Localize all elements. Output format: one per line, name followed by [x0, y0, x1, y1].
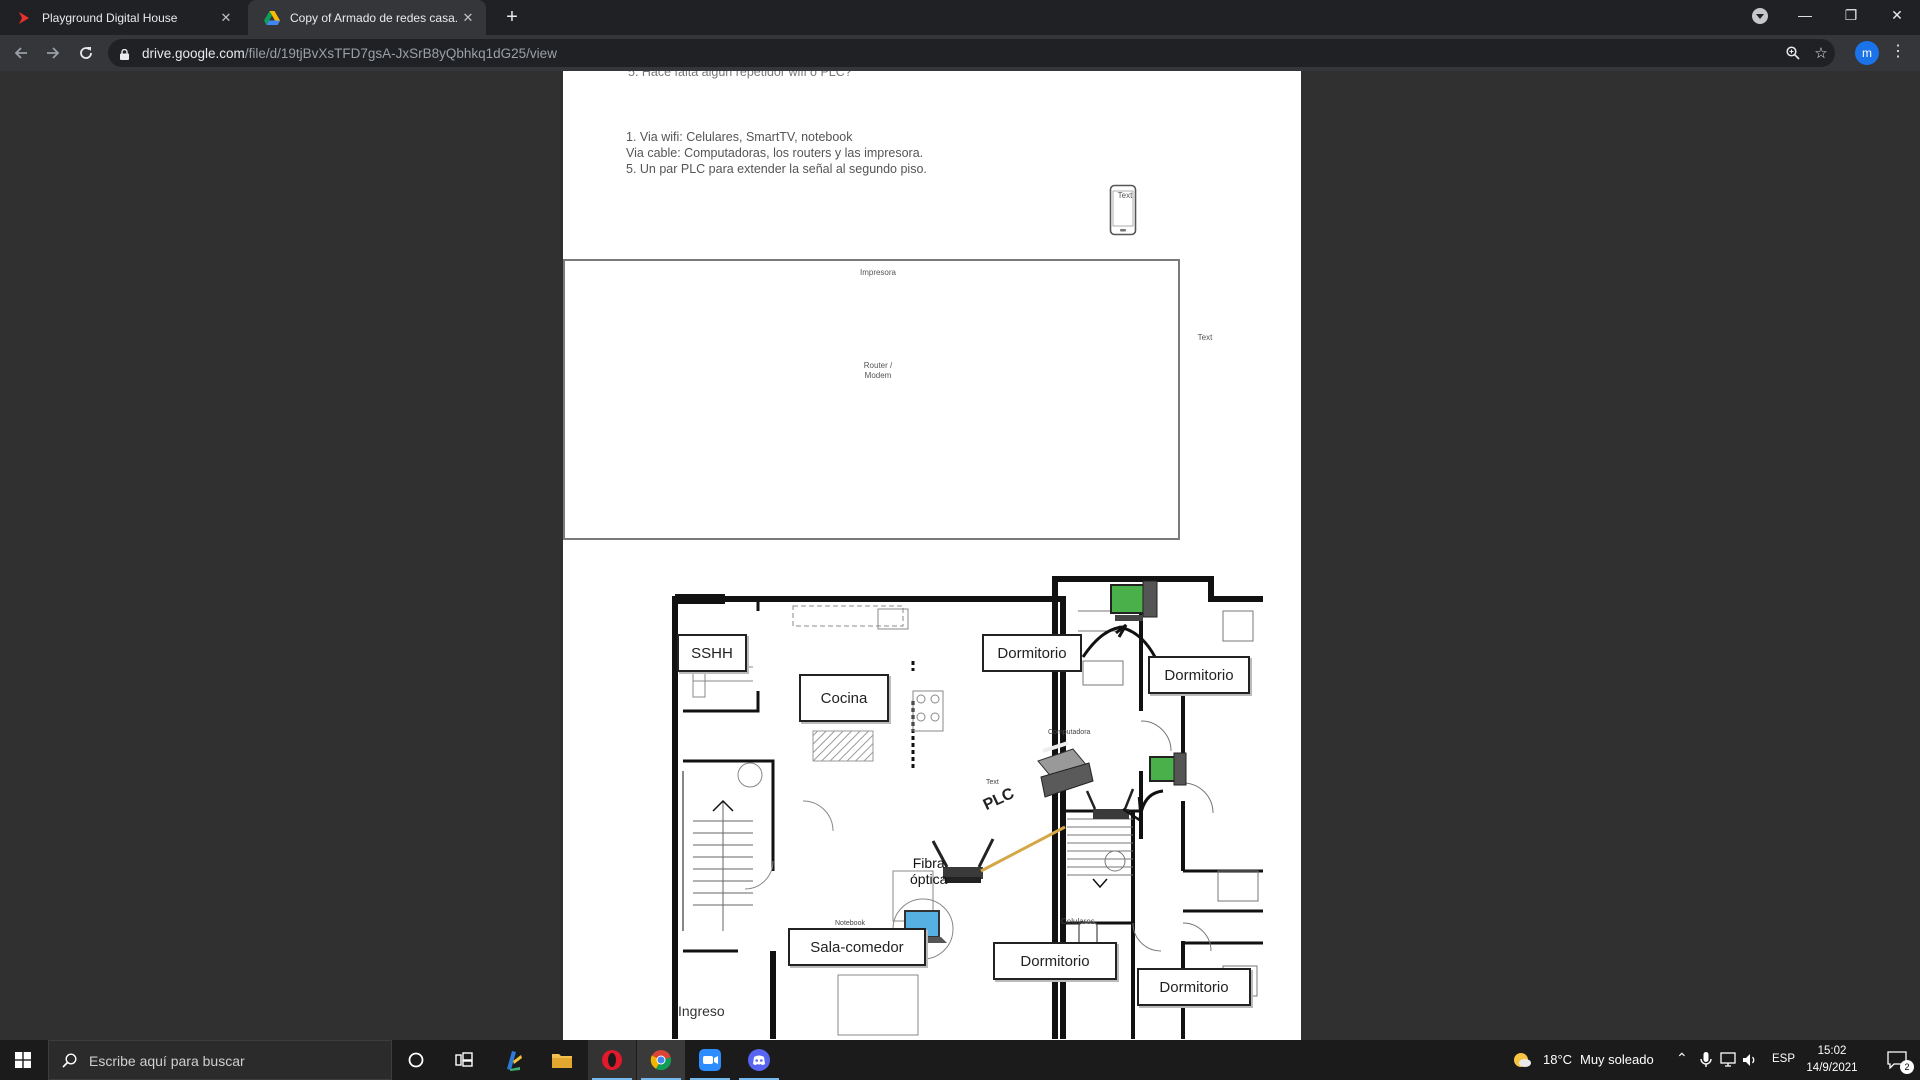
clock-date: 14/9/2021	[1806, 1062, 1858, 1074]
side-text: Text	[1197, 333, 1213, 342]
google-drive-icon	[264, 10, 280, 26]
weather-sun-icon[interactable]	[1512, 1051, 1532, 1069]
room-label-sshh: SSHH	[677, 634, 747, 672]
taskbar-app-sketch[interactable]	[490, 1040, 538, 1080]
drive-file-viewer: 5. Hace falta algún repetidor wifi o PLC…	[0, 71, 1920, 1040]
discord-icon	[748, 1049, 770, 1071]
volume-icon[interactable]	[1742, 1052, 1758, 1068]
network-icon[interactable]	[1720, 1052, 1736, 1068]
windows-taskbar: Escribe aquí para buscar 18°C Muy solead	[0, 1040, 1920, 1080]
input-language[interactable]: ESP	[1772, 1053, 1795, 1065]
browser-menu-icon[interactable]: ⋮	[1888, 42, 1908, 64]
task-view-icon	[455, 1052, 473, 1067]
printer-label: Impresora	[859, 268, 896, 277]
modem-label: Modem	[864, 371, 892, 380]
taskbar-app-discord[interactable]	[735, 1040, 783, 1080]
room-label-ingreso: Ingreso	[678, 1003, 725, 1019]
room-label-sala: Sala-comedor	[788, 928, 926, 966]
reload-button[interactable]	[72, 39, 100, 67]
answer-block: 1. Via wifi: Celulares, SmartTV, noteboo…	[626, 129, 927, 177]
digital-house-logo-icon	[16, 10, 32, 26]
opera-icon	[602, 1050, 622, 1070]
url-path: /file/d/19tjBvXsTFD7gsA-JxSrB8yQbhkq1dG2…	[244, 46, 557, 61]
back-button[interactable]	[7, 39, 35, 67]
tab-strip: Playground Digital House ✕ Copy of Armad…	[0, 0, 1920, 35]
room-label-dormitorio: Dormitorio	[1137, 968, 1251, 1006]
windows-logo-icon	[15, 1052, 31, 1068]
chrome-icon	[650, 1050, 672, 1071]
room-label-dormitorio: Dormitorio	[993, 942, 1117, 980]
tab-close-icon[interactable]: ✕	[216, 10, 236, 26]
tab-title: Copy of Armado de redes casa.drawio	[290, 10, 458, 25]
answer-line: 1. Via wifi: Celulares, SmartTV, noteboo…	[626, 130, 853, 144]
phone-text: Text	[1117, 191, 1133, 200]
document-page: 5. Hace falta algún repetidor wifi o PLC…	[563, 71, 1301, 1040]
text-label: Text	[986, 779, 999, 786]
room-label-dormitorio-ppal: Dormitorio	[982, 634, 1082, 672]
cortana-button[interactable]	[392, 1040, 440, 1080]
tab-playground[interactable]: Playground Digital House ✕	[0, 0, 244, 35]
clock-time: 15:02	[1817, 1045, 1847, 1057]
zoom-icon	[699, 1049, 721, 1071]
bookmark-star-icon[interactable]: ☆	[1811, 43, 1831, 63]
tab-drive-file[interactable]: Copy of Armado de redes casa.drawio ✕	[248, 0, 486, 35]
lock-icon[interactable]	[120, 47, 129, 60]
new-tab-button[interactable]: +	[500, 7, 524, 29]
url-host: drive.google.com	[142, 46, 245, 61]
taskbar-search-box[interactable]: Escribe aquí para buscar	[48, 1040, 392, 1080]
tab-title: Playground Digital House	[42, 10, 178, 25]
cortana-icon	[408, 1052, 424, 1068]
weather-description[interactable]: Muy soleado	[1580, 1052, 1654, 1067]
profile-avatar[interactable]: m	[1855, 41, 1879, 65]
taskbar-app-explorer[interactable]	[538, 1040, 586, 1080]
task-view-button[interactable]	[440, 1040, 488, 1080]
show-hidden-icons-chevron-icon[interactable]: ⌃	[1676, 1050, 1688, 1067]
search-placeholder: Escribe aquí para buscar	[89, 1053, 245, 1069]
taskbar-app-zoom[interactable]	[686, 1040, 734, 1080]
notification-count-badge: 2	[1900, 1060, 1914, 1074]
action-center-button[interactable]: 2	[1874, 1040, 1920, 1080]
fiber-label: Fibra óptica	[910, 855, 947, 887]
forward-button[interactable]	[39, 39, 67, 67]
search-icon	[62, 1053, 77, 1068]
computadora-label: Computadora	[1048, 729, 1091, 736]
start-button[interactable]	[0, 1040, 46, 1080]
url-text[interactable]: drive.google.com/file/d/19tjBvXsTFD7gsA-…	[142, 46, 557, 61]
weather-temp[interactable]: 18°C	[1543, 1052, 1572, 1067]
address-bar[interactable]: drive.google.com/file/d/19tjBvXsTFD7gsA-…	[108, 39, 1835, 67]
fiber-label-line: óptica	[910, 871, 948, 887]
router-label: Router /	[863, 361, 893, 370]
close-window-button[interactable]: ✕	[1874, 0, 1920, 30]
restore-button[interactable]: ❐	[1828, 0, 1874, 30]
browser-toolbar: drive.google.com/file/d/19tjBvXsTFD7gsA-…	[0, 35, 1920, 71]
microphone-icon[interactable]	[1700, 1052, 1712, 1068]
taskbar-app-opera[interactable]	[588, 1040, 636, 1080]
fiber-label-line: Fibra	[912, 855, 945, 871]
diagram-frame	[563, 259, 1180, 540]
tab-close-icon[interactable]: ✕	[458, 10, 478, 26]
room-label-dormitorio: Dormitorio	[1148, 656, 1250, 694]
folder-icon	[552, 1054, 572, 1068]
tab-search-dropdown-icon[interactable]	[1752, 8, 1768, 24]
zoom-icon[interactable]	[1783, 43, 1803, 63]
screen: Playground Digital House ✕ Copy of Armad…	[0, 0, 1920, 1080]
drawing-app-icon	[507, 1051, 522, 1071]
minimize-button[interactable]: —	[1782, 0, 1828, 30]
celulares-label: Celulares	[1061, 917, 1095, 926]
answer-line: Via cable: Computadoras, los routers y l…	[626, 146, 924, 160]
clock[interactable]: 15:02 14/9/2021	[1802, 1043, 1862, 1077]
question-cut-line: 5. Hace falta algún repetidor wifi o PLC…	[628, 71, 852, 79]
answer-line: 5. Un par PLC para extender la señal al …	[626, 162, 927, 176]
taskbar-app-chrome[interactable]	[637, 1040, 685, 1080]
room-label-cocina: Cocina	[799, 674, 889, 722]
notebook-label: Notebook	[835, 920, 865, 927]
